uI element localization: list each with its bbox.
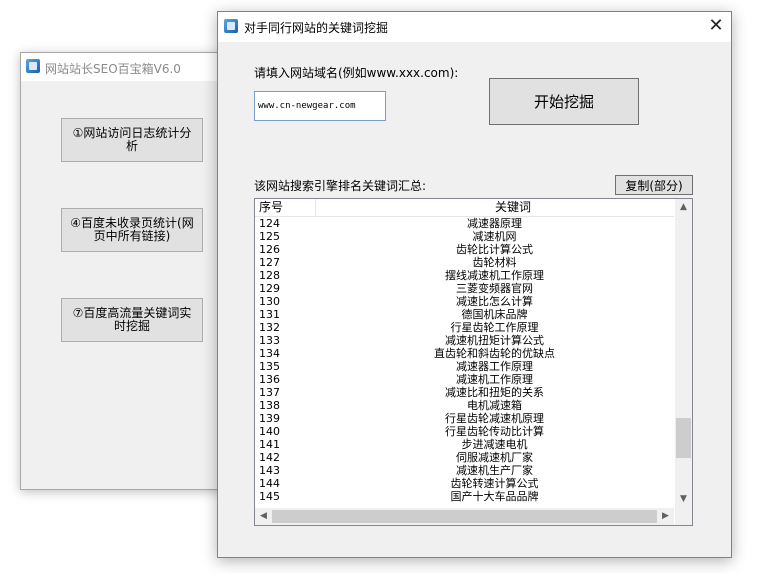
table-row[interactable]: 135 减速器工作原理 [255, 360, 674, 373]
row-seq: 131 [259, 308, 280, 321]
row-keyword: 减速器工作原理 [456, 360, 533, 373]
row-keyword: 国产十大车品品牌 [450, 490, 539, 503]
table-row[interactable]: 127 齿轮材料 [255, 256, 674, 269]
table-row[interactable]: 136 减速机工作原理 [255, 373, 674, 386]
list-rows: 124 减速器原理 125 减速机网 126 齿轮比计算公式 127 齿轮材料 128 摆线减速机… [255, 217, 674, 503]
start-mining-button[interactable]: 开始挖掘 [489, 78, 639, 125]
column-divider[interactable] [315, 199, 316, 216]
row-keyword: 德国机床品牌 [461, 308, 528, 321]
table-row[interactable]: 141 步进减速电机 [255, 438, 674, 451]
row-seq: 138 [259, 399, 280, 412]
row-keyword: 减速比怎么计算 [456, 295, 533, 308]
table-row[interactable]: 137 减速比和扭矩的关系 [255, 386, 674, 399]
row-seq: 128 [259, 269, 280, 282]
vertical-scroll-thumb[interactable] [676, 418, 691, 459]
row-seq: 141 [259, 438, 280, 451]
table-row[interactable]: 133 减速机扭矩计算公式 [255, 334, 674, 347]
domain-label: 请填入网站域名(例如www.xxx.com): [254, 66, 459, 80]
row-seq: 134 [259, 347, 280, 360]
column-header-seq[interactable]: 序号 [259, 199, 283, 216]
table-row[interactable]: 139 行星齿轮减速机原理 [255, 412, 674, 425]
unindexed-pages-button[interactable]: ④百度未收录页统计(网页中所有链接) [61, 208, 203, 252]
dialog-app-icon [224, 19, 238, 33]
table-row[interactable]: 143 减速机生产厂家 [255, 464, 674, 477]
table-row[interactable]: 134 直齿轮和斜齿轮的优缺点 [255, 347, 674, 360]
row-seq: 140 [259, 425, 280, 438]
keyword-list[interactable]: 序号 关键词 124 减速器原理 125 减速机网 126 齿轮比计算公式 127 齿轮材料 1… [254, 198, 693, 526]
row-keyword: 摆线减速机工作原理 [445, 269, 544, 282]
copy-partial-button[interactable]: 复制(部分) [615, 175, 693, 195]
table-row[interactable]: 125 减速机网 [255, 230, 674, 243]
row-keyword: 直齿轮和斜齿轮的优缺点 [434, 347, 555, 360]
table-row[interactable]: 145 国产十大车品品牌 [255, 490, 674, 503]
row-keyword: 齿轮转速计算公式 [450, 477, 539, 490]
row-keyword: 减速器原理 [467, 217, 522, 230]
vertical-scrollbar[interactable]: ▲ ▼ [675, 199, 692, 508]
table-row[interactable]: 130 减速比怎么计算 [255, 295, 674, 308]
row-seq: 145 [259, 490, 280, 503]
high-traffic-keywords-button[interactable]: ⑦百度高流量关键词实时挖掘 [61, 298, 203, 342]
keyword-mining-dialog[interactable]: 对手同行网站的关键词挖掘 ✕ 请填入网站域名(例如www.xxx.com): w… [217, 11, 732, 558]
row-seq: 125 [259, 230, 280, 243]
row-seq: 135 [259, 360, 280, 373]
row-keyword: 减速机扭矩计算公式 [445, 334, 544, 347]
row-seq: 143 [259, 464, 280, 477]
row-keyword: 伺服减速机厂家 [456, 451, 533, 464]
row-keyword: 电机减速箱 [467, 399, 522, 412]
table-row[interactable]: 131 德国机床品牌 [255, 308, 674, 321]
background-window-titlebar[interactable]: 网站站长SEO百宝箱V6.0 [21, 53, 231, 81]
row-keyword: 行星齿轮传动比计算 [445, 425, 544, 438]
row-keyword: 齿轮材料 [472, 256, 517, 269]
table-row[interactable]: 128 摆线减速机工作原理 [255, 269, 674, 282]
row-keyword: 行星齿轮减速机原理 [445, 412, 544, 425]
list-header: 序号 关键词 [255, 199, 674, 217]
row-keyword: 步进减速电机 [461, 438, 528, 451]
column-header-keyword[interactable]: 关键词 [353, 199, 673, 216]
row-keyword: 三菱变频器官网 [456, 282, 533, 295]
table-row[interactable]: 144 齿轮转速计算公式 [255, 477, 674, 490]
row-seq: 133 [259, 334, 280, 347]
row-seq: 137 [259, 386, 280, 399]
row-keyword: 齿轮比计算公式 [456, 243, 533, 256]
scroll-left-arrow-icon[interactable]: ◀ [255, 508, 272, 525]
row-keyword: 减速机工作原理 [456, 373, 533, 386]
close-icon[interactable]: ✕ [701, 12, 731, 42]
table-row[interactable]: 126 齿轮比计算公式 [255, 243, 674, 256]
row-seq: 132 [259, 321, 280, 334]
table-row[interactable]: 129 三菱变频器官网 [255, 282, 674, 295]
scrollbar-corner [675, 508, 692, 525]
table-row[interactable]: 132 行星齿轮工作原理 [255, 321, 674, 334]
dialog-title: 对手同行网站的关键词挖掘 [244, 21, 389, 35]
domain-input[interactable]: www.cn-newgear.com [254, 91, 386, 121]
row-seq: 126 [259, 243, 280, 256]
row-keyword: 减速机生产厂家 [456, 464, 533, 477]
table-row[interactable]: 140 行星齿轮传动比计算 [255, 425, 674, 438]
table-row[interactable]: 138 电机减速箱 [255, 399, 674, 412]
scroll-right-arrow-icon[interactable]: ▶ [657, 508, 674, 525]
horizontal-scroll-thumb[interactable] [272, 510, 657, 523]
row-seq: 136 [259, 373, 280, 386]
row-seq: 124 [259, 217, 280, 230]
horizontal-scrollbar[interactable]: ◀ ▶ [255, 508, 674, 525]
dialog-titlebar[interactable]: 对手同行网站的关键词挖掘 ✕ [218, 12, 731, 42]
scroll-down-arrow-icon[interactable]: ▼ [675, 491, 692, 508]
background-window[interactable]: 网站站长SEO百宝箱V6.0 ①网站访问日志统计分析 ④百度未收录页统计(网页中… [20, 52, 232, 490]
row-seq: 130 [259, 295, 280, 308]
row-keyword: 减速比和扭矩的关系 [445, 386, 544, 399]
table-row[interactable]: 124 减速器原理 [255, 217, 674, 230]
scroll-up-arrow-icon[interactable]: ▲ [675, 199, 692, 216]
log-analysis-button[interactable]: ①网站访问日志统计分析 [61, 118, 203, 162]
row-seq: 139 [259, 412, 280, 425]
app-icon [26, 59, 40, 73]
table-row[interactable]: 142 伺服减速机厂家 [255, 451, 674, 464]
row-seq: 144 [259, 477, 280, 490]
row-seq: 127 [259, 256, 280, 269]
row-keyword: 减速机网 [472, 230, 517, 243]
row-seq: 142 [259, 451, 280, 464]
summary-label: 该网站搜索引擎排名关键词汇总: [254, 179, 427, 193]
row-seq: 129 [259, 282, 280, 295]
row-keyword: 行星齿轮工作原理 [450, 321, 539, 334]
background-window-title: 网站站长SEO百宝箱V6.0 [45, 62, 181, 76]
